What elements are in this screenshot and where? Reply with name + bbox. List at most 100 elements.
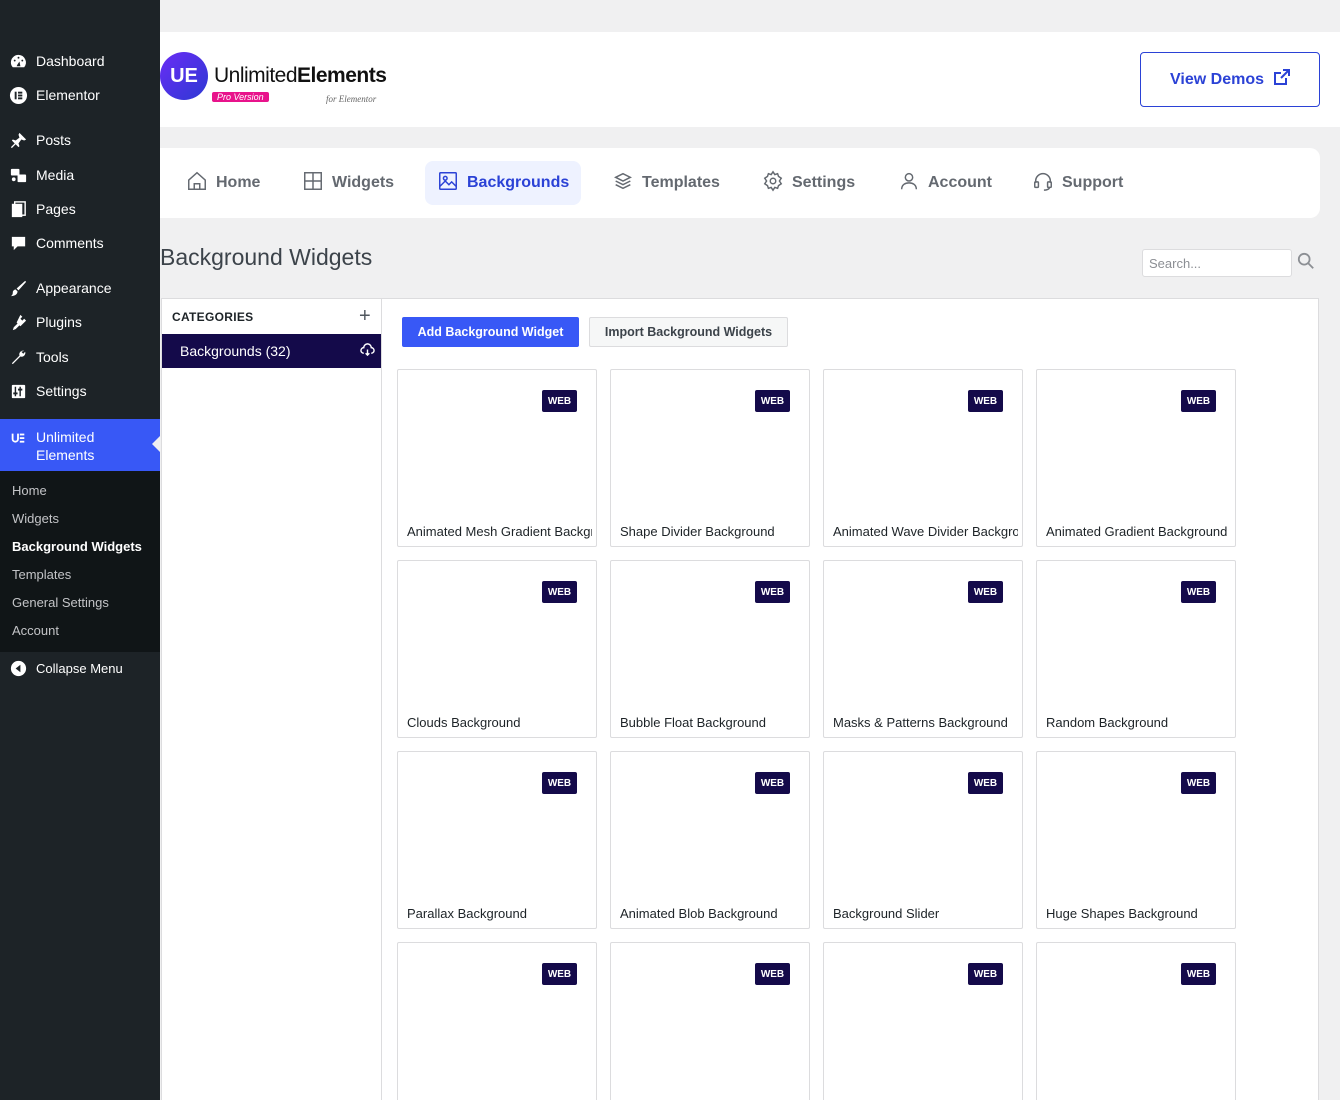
- pages-icon: [0, 200, 36, 219]
- external-link-icon: [1273, 69, 1290, 90]
- sidebar-item-elementor[interactable]: Elementor: [0, 78, 160, 112]
- sidebar-item-posts[interactable]: Posts: [0, 123, 160, 157]
- web-badge: WEB: [542, 963, 577, 985]
- add-background-widget-button[interactable]: Add Background Widget: [402, 317, 579, 347]
- view-demos-button[interactable]: View Demos: [1140, 52, 1320, 107]
- tab-home[interactable]: Home: [174, 161, 272, 205]
- collapse-icon: [0, 659, 36, 678]
- sidebar-item-label: Media: [36, 167, 75, 183]
- admin-sidebar: Dashboard Elementor Posts Media Pages Co…: [0, 0, 160, 1100]
- sidebar-item-settings[interactable]: Settings: [0, 374, 160, 408]
- widget-title: Animated Blob Background: [620, 906, 778, 921]
- tab-label: Account: [928, 174, 992, 191]
- add-category-icon[interactable]: +: [359, 305, 371, 328]
- widget-card[interactable]: WEB Animated Mesh Gradient Background: [397, 369, 597, 547]
- tab-support[interactable]: Support: [1020, 161, 1135, 205]
- widget-title: Huge Shapes Background: [1046, 906, 1198, 921]
- sidebar-item-label: Settings: [36, 383, 87, 399]
- grid-icon: [302, 170, 324, 197]
- categories-heading: CATEGORIES: [172, 309, 254, 324]
- media-icon: [0, 166, 36, 185]
- headset-icon: [1032, 170, 1054, 197]
- logo-text-light: Unlimited: [214, 64, 298, 87]
- user-icon: [898, 170, 920, 197]
- widget-card[interactable]: WEB Animated Wave Divider Background: [823, 369, 1023, 547]
- web-badge: WEB: [755, 390, 790, 412]
- widget-title: Parallax Background: [407, 906, 527, 921]
- unlimited-elements-icon: [0, 428, 36, 448]
- sidebar-item-tools[interactable]: Tools: [0, 340, 160, 374]
- submenu-widgets[interactable]: Widgets: [0, 507, 160, 535]
- widget-card[interactable]: WEB Bubble Float Background: [610, 560, 810, 738]
- cloud-download-icon[interactable]: [360, 342, 375, 360]
- widget-title: Clouds Background: [407, 715, 521, 730]
- widget-title: Shape Divider Background: [620, 524, 775, 539]
- sidebar-item-plugins[interactable]: Plugins: [0, 305, 160, 339]
- plugin-header: UE UnlimitedElements Pro Version for Ele…: [160, 32, 1340, 127]
- tab-label: Templates: [642, 174, 720, 191]
- submenu-templates[interactable]: Templates: [0, 563, 160, 591]
- sidebar-item-appearance[interactable]: Appearance: [0, 271, 160, 305]
- submenu-account[interactable]: Account: [0, 619, 160, 647]
- widget-card[interactable]: WEB Parallax Background: [397, 751, 597, 929]
- tab-label: Support: [1062, 174, 1124, 191]
- widget-card[interactable]: WEB: [397, 942, 597, 1100]
- collapse-menu-button[interactable]: Collapse Menu: [0, 651, 160, 685]
- sidebar-item-label: Comments: [36, 235, 104, 251]
- sidebar-item-dashboard[interactable]: Dashboard: [0, 44, 160, 78]
- tab-account[interactable]: Account: [886, 161, 1004, 205]
- sidebar-item-label: Posts: [36, 132, 72, 148]
- view-demos-label: View Demos: [1170, 70, 1264, 88]
- widget-card[interactable]: WEB Masks & Patterns Background: [823, 560, 1023, 738]
- widget-title: Animated Gradient Background: [1046, 524, 1228, 539]
- sidebar-item-pages[interactable]: Pages: [0, 192, 160, 226]
- widget-card[interactable]: WEB Clouds Background: [397, 560, 597, 738]
- widget-title: Background Slider: [833, 906, 940, 921]
- web-badge: WEB: [968, 390, 1003, 412]
- widget-card[interactable]: WEB Animated Gradient Background: [1036, 369, 1236, 547]
- import-background-widgets-button[interactable]: Import Background Widgets: [589, 317, 788, 347]
- sidebar-item-label: Dashboard: [36, 53, 105, 69]
- sidebar-item-comments[interactable]: Comments: [0, 226, 160, 260]
- submenu-general-settings[interactable]: General Settings: [0, 591, 160, 619]
- widget-card[interactable]: WEB: [1036, 942, 1236, 1100]
- pin-icon: [0, 131, 36, 150]
- widget-title: Animated Mesh Gradient Background: [407, 524, 592, 539]
- widget-card[interactable]: WEB Animated Blob Background: [610, 751, 810, 929]
- widget-title: Animated Wave Divider Background: [833, 524, 1018, 539]
- search-input[interactable]: [1142, 249, 1292, 277]
- tab-settings[interactable]: Settings: [750, 161, 867, 205]
- image-icon: [437, 170, 459, 197]
- brush-icon: [0, 279, 36, 298]
- web-badge: WEB: [755, 963, 790, 985]
- web-badge: WEB: [542, 390, 577, 412]
- tab-backgrounds[interactable]: Backgrounds: [425, 161, 582, 205]
- category-item[interactable]: Backgrounds (32): [162, 334, 381, 368]
- dashboard-icon: [0, 52, 36, 71]
- submenu-background-widgets[interactable]: Background Widgets: [0, 535, 160, 563]
- widget-card[interactable]: WEB: [610, 942, 810, 1100]
- search-icon[interactable]: [1297, 252, 1315, 270]
- sidebar-item-unlimited-elements[interactable]: Unlimited Elements: [0, 419, 160, 471]
- widget-card[interactable]: WEB Shape Divider Background: [610, 369, 810, 547]
- sidebar-item-label: Plugins: [36, 314, 82, 330]
- widget-title: Masks & Patterns Background: [833, 715, 1008, 730]
- submenu-home[interactable]: Home: [0, 479, 160, 507]
- sidebar-submenu: Home Widgets Background Widgets Template…: [0, 471, 160, 652]
- widget-card[interactable]: WEB Huge Shapes Background: [1036, 751, 1236, 929]
- widgets-panel: CATEGORIES + Backgrounds (32) Add Backgr…: [161, 298, 1319, 1100]
- widget-card[interactable]: WEB: [823, 942, 1023, 1100]
- tab-widgets[interactable]: Widgets: [290, 161, 406, 205]
- plug-icon: [0, 313, 36, 332]
- gear-icon: [762, 170, 784, 197]
- widget-card[interactable]: WEB Background Slider: [823, 751, 1023, 929]
- sidebar-item-media[interactable]: Media: [0, 158, 160, 192]
- templates-icon: [612, 170, 634, 197]
- web-badge: WEB: [1181, 772, 1216, 794]
- tab-templates[interactable]: Templates: [600, 161, 732, 205]
- categories-header: CATEGORIES +: [162, 299, 381, 334]
- widget-card[interactable]: WEB Random Background: [1036, 560, 1236, 738]
- current-menu-arrow: [152, 436, 160, 452]
- sidebar-item-label: Tools: [36, 349, 69, 365]
- home-icon: [186, 170, 208, 197]
